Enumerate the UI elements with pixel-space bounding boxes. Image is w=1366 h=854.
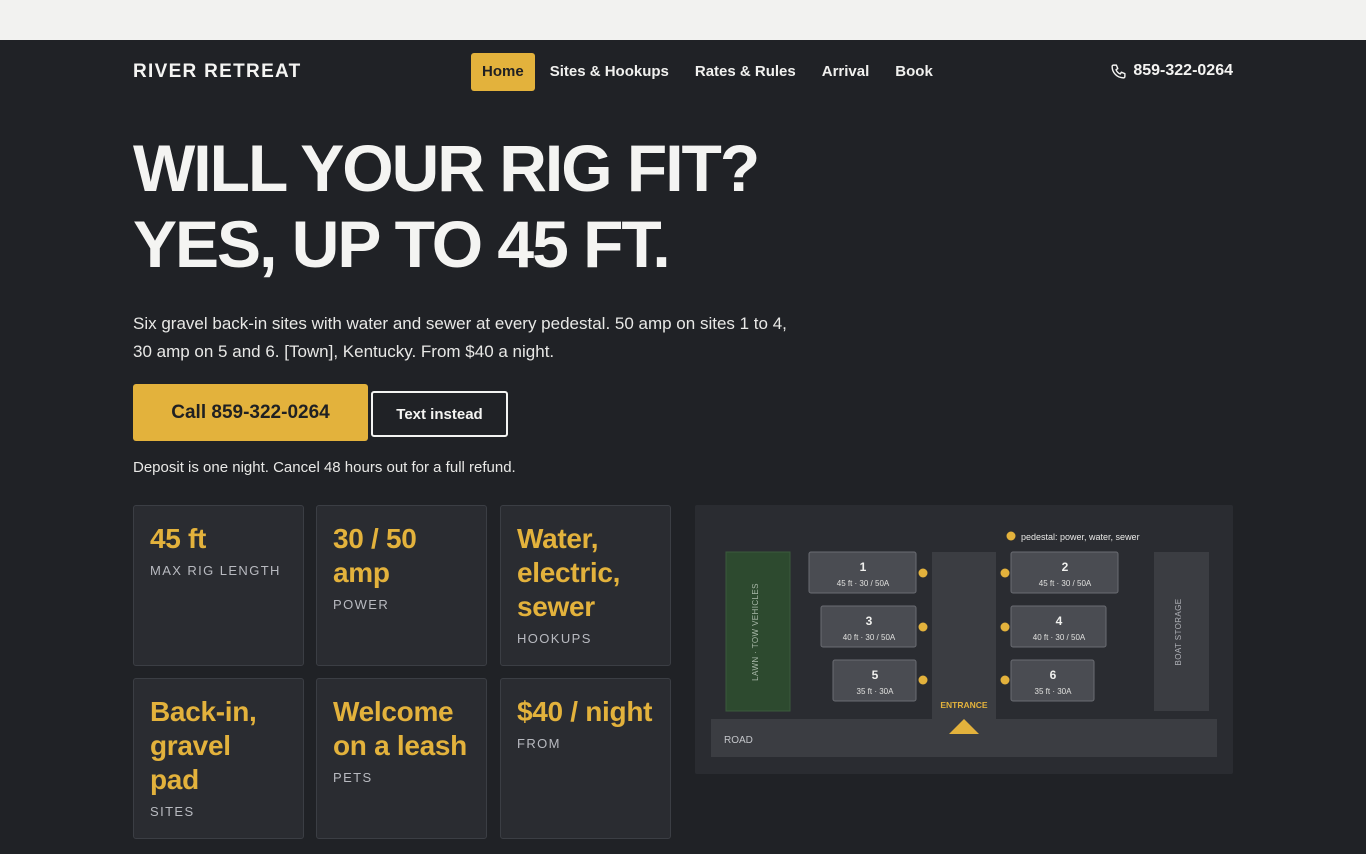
feature-value: Water, electric, sewer	[517, 523, 621, 622]
site-number: 2	[1062, 560, 1069, 574]
feature-label: FROM	[517, 736, 561, 751]
header-phone-link[interactable]: 859-322-0264	[1110, 62, 1233, 80]
nav-rates-rules[interactable]: Rates & Rules	[684, 53, 807, 91]
road-label: ROAD	[724, 735, 753, 746]
site-detail: 40 ft · 30 / 50A	[1033, 633, 1086, 642]
feature-label: MAX RIG LENGTH	[150, 563, 281, 578]
hero-lead: Six gravel back-in sites with water and …	[133, 314, 787, 361]
site-number: 6	[1050, 668, 1057, 682]
hero-title: WILL YOUR RIG FIT? YES, UP TO 45 FT.	[133, 130, 760, 282]
site-3[interactable]: 3 40 ft · 30 / 50A	[820, 605, 917, 648]
site-detail: 40 ft · 30 / 50A	[843, 633, 896, 642]
main-nav: Home Sites & Hookups Rates & Rules Arriv…	[471, 53, 948, 91]
site-number: 3	[866, 614, 873, 628]
pedestal-site-1	[918, 568, 928, 578]
map-legend: pedestal: power, water, sewer	[1021, 532, 1140, 542]
feature-card-hookups: Water, electric, sewer HOOKUPS	[500, 505, 671, 666]
legend-pedestal-dot	[1006, 531, 1016, 541]
site-map: pedestal: power, water, sewer LAWN · TOW…	[695, 505, 1233, 774]
header-phone-number: 859-322-0264	[1133, 62, 1233, 79]
feature-card-power: 30 / 50 amp POWER	[316, 505, 487, 666]
site-6[interactable]: 6 35 ft · 30A	[1010, 659, 1095, 702]
feature-label: PETS	[333, 770, 373, 785]
feature-label: POWER	[333, 597, 390, 612]
hero-title-line-1: WILL YOUR RIG FIT?	[133, 131, 760, 205]
site-detail: 45 ft · 30 / 50A	[837, 579, 890, 588]
text-instead-button[interactable]: Text instead	[371, 391, 508, 437]
page: RIVER RETREAT Home Sites & Hookups Rates…	[0, 40, 1366, 854]
nav-home[interactable]: Home	[471, 53, 535, 91]
pedestal-site-3	[918, 622, 928, 632]
boat-storage-label: BOAT STORAGE	[1174, 598, 1183, 665]
pedestal-site-4	[1000, 622, 1010, 632]
feature-card-price: $40 / night FROM	[500, 678, 671, 839]
feature-value: 45 ft	[150, 523, 207, 554]
feature-value: Back-in, gravel pad	[150, 696, 257, 795]
feature-label: HOOKUPS	[517, 631, 592, 646]
nav-book[interactable]: Book	[884, 53, 944, 91]
deposit-note: Deposit is one night. Cancel 48 hours ou…	[133, 459, 516, 476]
feature-value: $40 / night	[517, 696, 653, 727]
feature-card-pets: Welcome on a leash PETS	[316, 678, 487, 839]
browser-top-strip	[0, 0, 1366, 40]
nav-sites-hookups[interactable]: Sites & Hookups	[539, 53, 680, 91]
site-5[interactable]: 5 35 ft · 30A	[832, 659, 917, 702]
site-number: 1	[860, 560, 867, 574]
pedestal-site-2	[1000, 568, 1010, 578]
site-4[interactable]: 4 40 ft · 30 / 50A	[1010, 605, 1107, 648]
site-detail: 35 ft · 30A	[857, 687, 895, 696]
site-detail: 45 ft · 30 / 50A	[1039, 579, 1092, 588]
feature-value: 30 / 50 amp	[333, 523, 417, 588]
feature-card-sites: Back-in, gravel pad SITES	[133, 678, 304, 839]
site-1[interactable]: 1 45 ft · 30 / 50A	[808, 551, 917, 594]
call-button[interactable]: Call 859-322-0264	[133, 384, 368, 441]
brand-logo[interactable]: RIVER RETREAT	[133, 61, 302, 83]
nav-arrival[interactable]: Arrival	[811, 53, 881, 91]
feature-label: SITES	[150, 804, 195, 819]
feature-card-max-length: 45 ft MAX RIG LENGTH	[133, 505, 304, 666]
site-number: 4	[1056, 614, 1063, 628]
phone-icon	[1111, 63, 1126, 79]
site-2[interactable]: 2 45 ft · 30 / 50A	[1010, 551, 1119, 594]
site-header: RIVER RETREAT Home Sites & Hookups Rates…	[0, 40, 1366, 104]
pedestal-site-5	[918, 675, 928, 685]
lawn-label: LAWN · TOW VEHICLES	[751, 583, 760, 681]
pedestal-site-6	[1000, 675, 1010, 685]
site-number: 5	[872, 668, 879, 682]
site-detail: 35 ft · 30A	[1035, 687, 1073, 696]
hero-title-line-2: YES, UP TO 45 FT.	[133, 207, 671, 281]
feature-value: Welcome on a leash	[333, 696, 467, 761]
entrance-label: ENTRANCE	[940, 700, 988, 710]
